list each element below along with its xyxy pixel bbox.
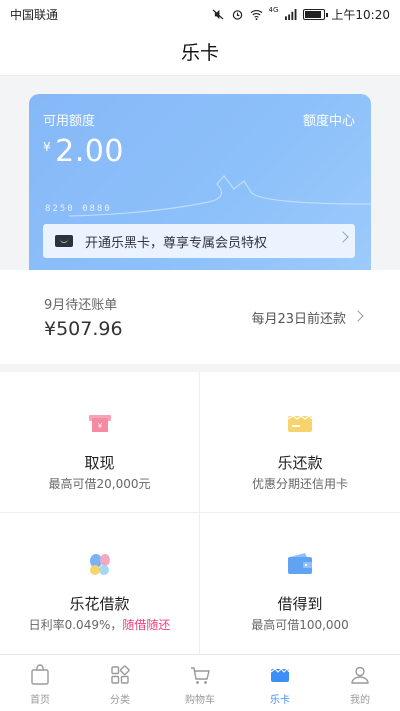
service-desc: 优惠分期还信用卡 [251,477,348,491]
carrier-label: 中国联通 [10,7,59,22]
service-borrow[interactable]: 借得到 最高可借100,000 [200,513,400,654]
tab-lecard[interactable]: 乐卡 [240,655,320,711]
credit-center-link[interactable]: 额度中心 [303,110,355,129]
tab-label: 我的 [350,695,370,706]
service-name: 乐还款 [277,454,323,472]
bottom-tab-bar: 首页 分类 购物车 乐卡 我的 [0,654,400,711]
service-desc: 最高可借20,000元 [48,477,151,491]
flexible-repay-text: 随借随还 [122,618,171,632]
lecard-icon [270,668,290,682]
tab-label: 乐卡 [270,695,290,706]
tab-label: 分类 [110,695,130,706]
black-card-icon [55,235,73,247]
alarm-icon [232,9,242,20]
service-cash-withdrawal[interactable]: ¥ 取现 最高可借20,000元 [0,372,200,513]
currency-symbol: ¥ [43,140,52,154]
tab-label: 购物车 [185,695,215,706]
services-grid: ¥ 取现 最高可借20,000元 乐还款 优惠分期还信用卡 乐花借款 日利率0.… [0,372,400,654]
clock: 上午10:20 [331,7,390,22]
service-name: 乐花借款 [69,595,130,613]
tab-category[interactable]: 分类 [80,655,160,711]
bill-title: 9月待还账单 [44,298,118,313]
mute-icon [212,8,223,20]
nav-bar: 乐卡 [0,28,400,76]
card-decoration [68,175,371,217]
signal-icon [285,8,297,20]
profile-icon [351,666,369,684]
status-icons: 4G 上午10:20 [212,6,390,23]
status-bar: 中国联通 4G 上午10:20 [0,0,400,28]
tab-home[interactable]: 首页 [0,655,80,711]
service-desc: 日利率0.049%，随借随还 [0,616,199,633]
promo-text: 开通乐黑卡，尊享专属会员特权 [85,235,268,251]
chevron-right-icon [337,231,349,243]
black-card-promo[interactable]: 开通乐黑卡，尊享专属会员特权 [43,224,355,258]
service-flower-loan[interactable]: 乐花借款 日利率0.049%，随借随还 [0,513,200,654]
svg-text:¥: ¥ [98,422,103,430]
amount-value: 2.00 [55,134,124,169]
card-area: 可用额度 额度中心 ¥2.00 8250 0880 开通乐黑卡，尊享专属会员特权 [0,76,400,270]
pending-bill[interactable]: 9月待还账单 ¥507.96 每月23日前还款 [0,270,400,364]
available-credit-amount: ¥2.00 [43,134,124,169]
category-icon [111,665,130,684]
tab-cart[interactable]: 购物车 [160,655,240,711]
battery-icon [303,8,329,20]
repay-card-icon [287,415,313,432]
flower-loan-icon [90,554,110,575]
home-bag-icon [31,664,49,685]
service-desc: 最高可借100,000 [251,618,349,632]
card-number: 8250 0880 [45,204,112,214]
service-name: 取现 [84,454,115,472]
bill-amount: ¥507.96 [44,318,123,340]
cash-icon: ¥ [89,415,111,432]
cart-icon [191,667,210,684]
credit-card[interactable]: 可用额度 额度中心 ¥2.00 8250 0880 开通乐黑卡，尊享专属会员特权 [29,94,371,270]
available-credit-label: 可用额度 [43,114,96,129]
wallet-icon [288,553,312,574]
bill-due-text: 每月23日前还款 [251,312,346,327]
wifi-icon [250,9,262,20]
tab-profile[interactable]: 我的 [320,655,400,711]
tab-label: 首页 [30,695,50,706]
network-type: 4G [268,6,279,14]
rate-text: 日利率0.049%， [28,618,123,632]
service-name: 借得到 [277,595,323,613]
page-title: 乐卡 [180,42,219,64]
chevron-right-icon [352,310,364,322]
service-le-repay[interactable]: 乐还款 优惠分期还信用卡 [200,372,400,513]
